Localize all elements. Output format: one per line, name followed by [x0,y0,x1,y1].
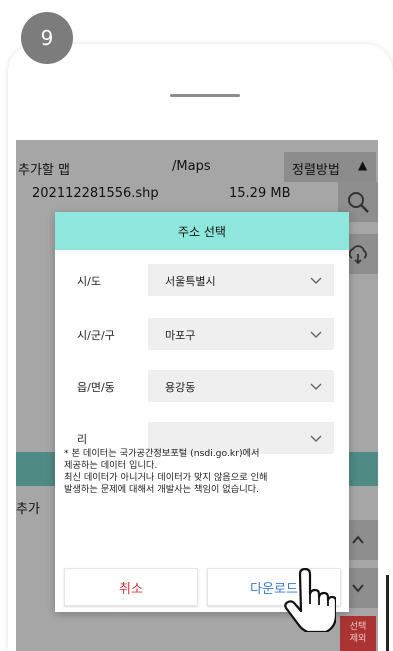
target-label: 추가할 맵 [18,163,70,178]
folder-path: /Maps [172,159,211,174]
sort-arrow-icon: ▲ [358,158,368,172]
data-source-notice: * 본 데이터는 국가공간정보포털 (nsdi.go.kr)에서 제공하는 데이… [64,448,344,496]
notice-line: * 본 데이터는 국가공간정보포털 (nsdi.go.kr)에서 [64,448,260,459]
notice-line: 제공하는 데이터 입니다. [64,460,158,471]
file-row[interactable]: 202112281556.shp 15.29 MB [16,186,346,206]
file-name: 202112281556.shp [32,186,159,201]
step-number: 9 [40,26,54,50]
field-label: 시/도 [77,275,101,288]
sort-button[interactable]: 정렬방법 ▲ [284,152,376,182]
cancel-button[interactable]: 취소 [64,568,198,606]
dialog-title: 주소 선택 [178,224,226,239]
eupmyeondong-select[interactable]: 용강동 [148,370,334,402]
field-row-sigungu: 시/군/구 마포구 [55,318,349,350]
field-label: 리 [77,433,88,446]
step-badge: 9 [21,12,73,64]
field-row-eupmyeondong: 읍/면/동 용강동 [55,370,349,402]
sort-label: 정렬방법 [292,163,340,178]
cloud-download-icon [348,245,367,265]
address-select-dialog: 주소 선택 시/도 서울특별시 시/군/구 마포구 읍/면/동 용강동 리 * … [55,212,349,612]
sido-select[interactable]: 서울특별시 [148,264,334,296]
chevron-down-icon [310,435,322,442]
field-label: 읍/면/동 [77,381,115,394]
chevron-up-icon [352,535,364,544]
chevron-down-icon [310,383,322,390]
select-value: 용강동 [165,381,196,394]
field-row-sido: 시/도 서울특별시 [55,264,349,296]
app-header: 추가할 맵 /Maps 정렬방법 ▲ [16,152,378,182]
notice-line: 발생하는 문제에 대해서 개발사는 책임이 없습니다. [64,484,260,495]
add-section-label: 추가 [16,502,40,517]
dialog-header: 주소 선택 [55,212,349,250]
select-exclude-button[interactable]: 선택 제외 [340,616,376,651]
scroll-edge [386,575,389,651]
select-value: 서울특별시 [165,275,216,288]
file-size: 15.29 MB [229,186,291,201]
sigungu-select[interactable]: 마포구 [148,318,334,350]
chevron-down-icon [310,331,322,338]
notice-line: 최신 데이터가 아니거나 데이터가 맞지 않음으로 인해 [64,472,268,483]
field-label: 시/군/구 [77,329,115,342]
chevron-down-icon [310,277,322,284]
sheet-handle[interactable] [170,94,240,97]
select-value: 마포구 [165,329,196,342]
hand-pointer-icon [284,568,336,632]
search-icon [348,192,369,213]
chevron-down-icon [352,584,364,593]
